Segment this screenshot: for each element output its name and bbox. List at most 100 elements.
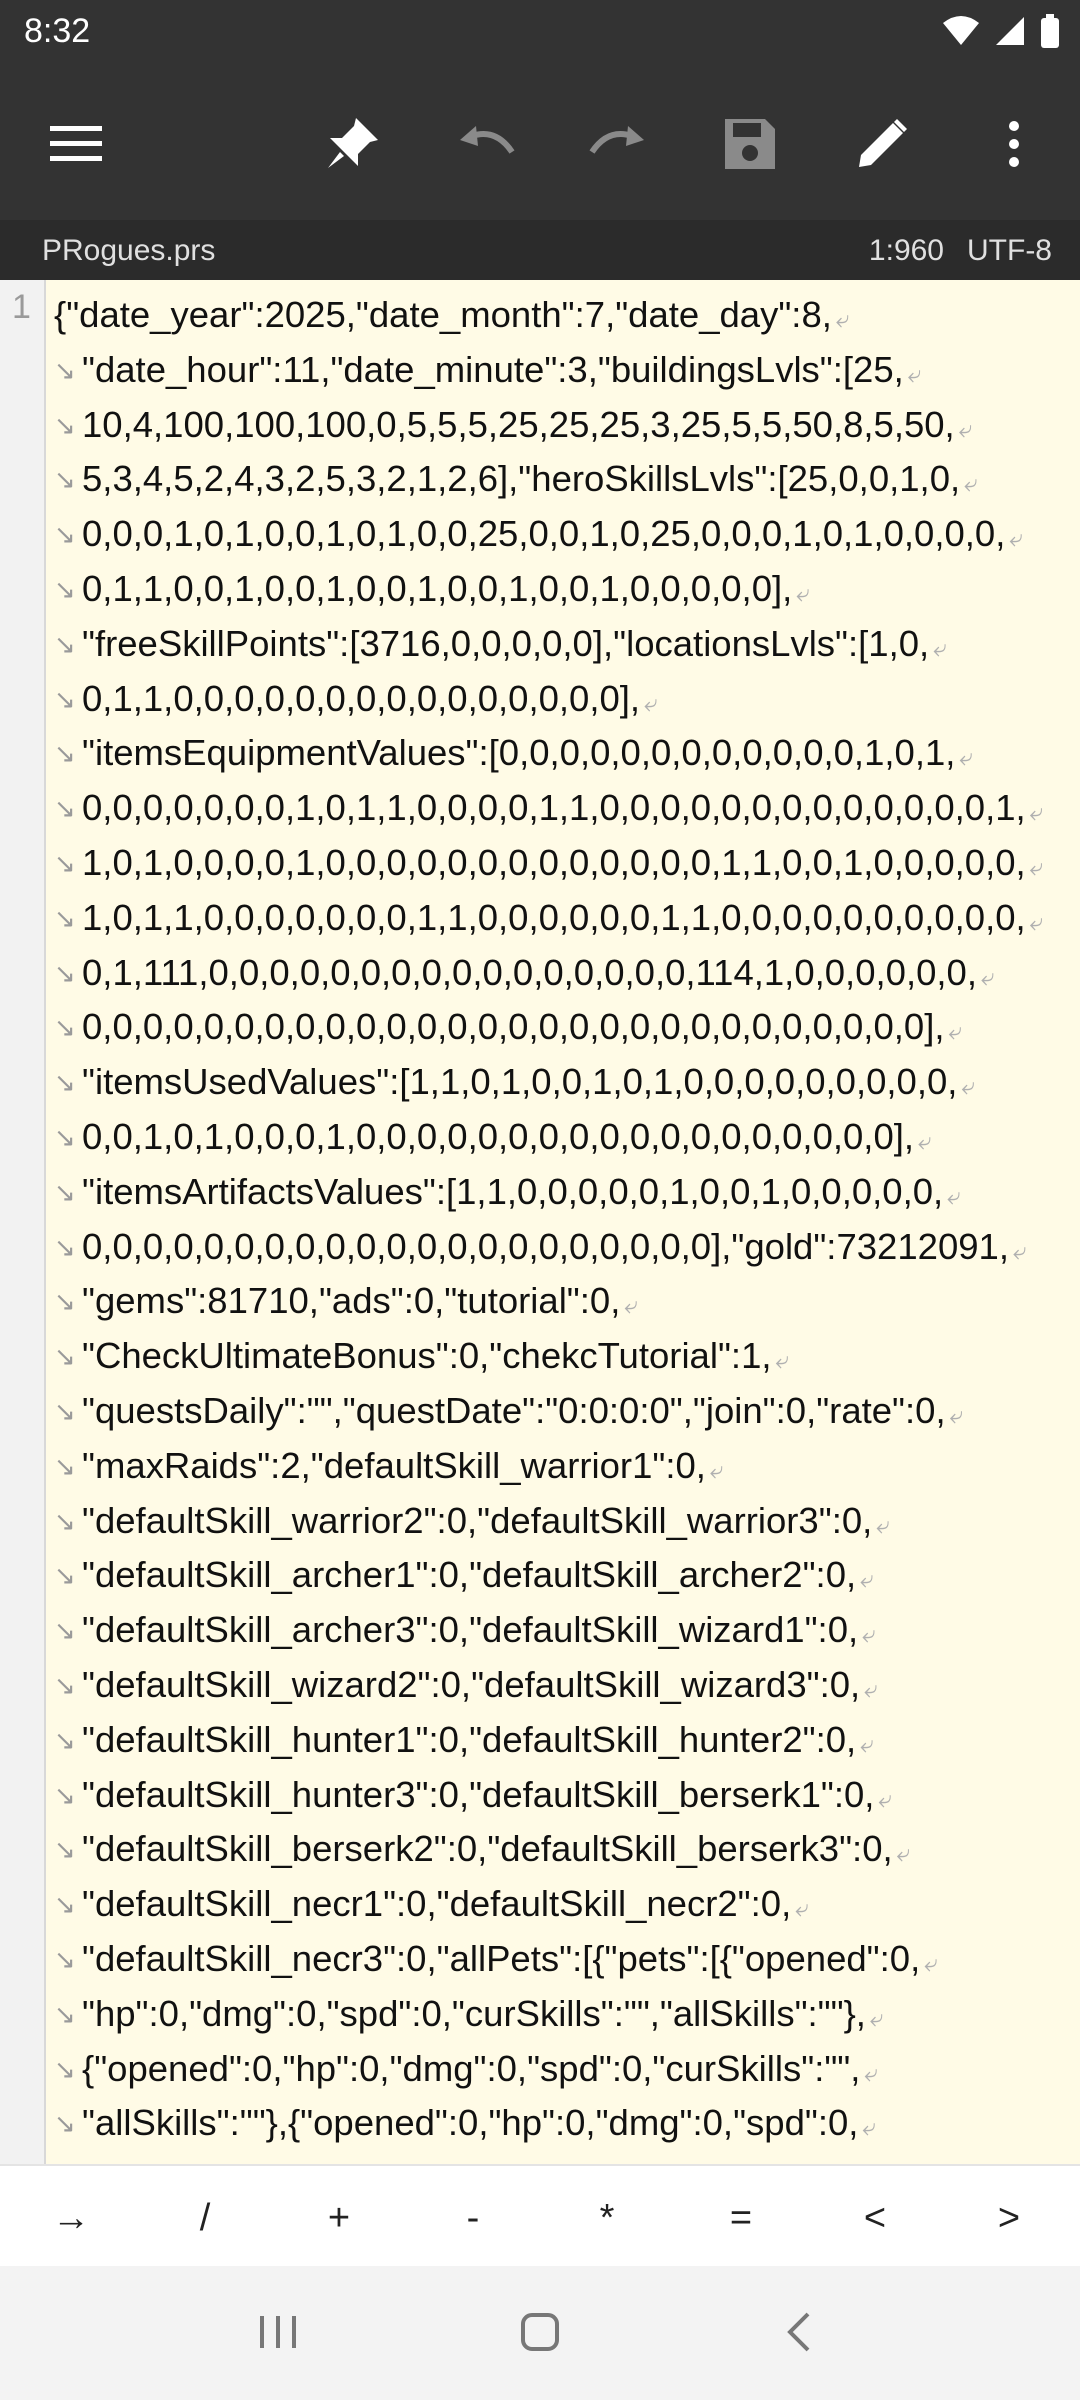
wrap-marker-icon: ⤶ xyxy=(1009,525,1023,553)
wrap-marker-icon: ⤶ xyxy=(644,689,658,717)
wrap-marker-icon: ⤶ xyxy=(860,1730,874,1758)
symbol-key[interactable]: * xyxy=(540,2186,674,2250)
code-text: "gems":81710,"ads":0,"tutorial":0, xyxy=(82,1280,621,1322)
wrap-marker-icon: ⤶ xyxy=(709,1456,724,1484)
code-line: ↘ "itemsUsedValues":[1,1,0,1,0,0,1,0,1,0,… xyxy=(52,1055,1072,1110)
code-text: "CheckUltimateBonus":0,"chekcTutorial":1… xyxy=(82,1335,772,1377)
wrap-continuation-icon: ↘ xyxy=(54,683,76,714)
wrap-continuation-icon: ↘ xyxy=(54,519,76,550)
wrap-marker-icon: ⤶ xyxy=(924,1949,938,1977)
code-line: ↘ "allSkills":""},{"opened":0,"hp":0,"dmg… xyxy=(52,2096,1072,2151)
wrap-marker-icon: ⤶ xyxy=(1013,1237,1027,1265)
code-text: 0,0,1,0,1,0,0,0,1,0,0,0,0,0,0,0,0,0,0,0,… xyxy=(82,1115,915,1157)
symbol-key[interactable]: → xyxy=(4,2186,138,2250)
undo-icon[interactable] xyxy=(444,102,528,186)
code-text: 0,0,0,0,0,0,0,0,0,0,0,0,0,0,0,0,0,0,0,0,… xyxy=(82,1006,945,1048)
wrap-continuation-icon: ↘ xyxy=(54,1779,76,1810)
cursor-position: 1:960 xyxy=(868,234,944,267)
code-line: ↘ "defaultSkill_archer3":0,"defaultSkill_… xyxy=(52,1603,1072,1658)
symbol-key[interactable]: = xyxy=(674,2186,808,2250)
wrap-marker-icon: ⤶ xyxy=(964,470,978,498)
wrap-marker-icon: ⤶ xyxy=(864,1675,878,1703)
text-editor[interactable]: 1 {"date_year":2025,"date_month":7,"date… xyxy=(0,280,1080,2164)
wrap-continuation-icon: ↘ xyxy=(54,1341,76,1372)
code-line: ↘ "defaultSkill_hunter3":0,"defaultSkill_… xyxy=(52,1768,1072,1823)
edit-icon[interactable] xyxy=(840,102,924,186)
editor-content[interactable]: {"date_year":2025,"date_month":7,"date_d… xyxy=(52,288,1072,2164)
code-line: ↘ {"opened":0,"hp":0,"dmg":0,"spd":0,"cur… xyxy=(52,2042,1072,2097)
code-line: ↘ "CheckUltimateBonus":0,"chekcTutorial":… xyxy=(52,1329,1072,1384)
code-text: "itemsUsedValues":[1,1,0,1,0,0,1,0,1,0,0… xyxy=(82,1061,958,1103)
code-line: ↘ 0,0,0,0,0,0,0,0,0,0,0,0,0,0,0,0,0,0,0,0… xyxy=(52,1220,1072,1275)
code-line: ↘ 0,1,1,0,0,0,0,0,0,0,0,0,0,0,0,0,0,0], ⤶ xyxy=(52,672,1072,727)
code-text: "defaultSkill_necr3":0,"allPets":[{"pets… xyxy=(82,1937,921,1979)
home-icon[interactable] xyxy=(500,2300,580,2364)
wrap-marker-icon: ⤶ xyxy=(896,1840,911,1868)
code-text: "defaultSkill_warrior2":0,"defaultSkill_… xyxy=(82,1499,873,1541)
code-text: 1,0,1,1,0,0,0,0,0,0,0,1,1,0,0,0,0,0,0,1,… xyxy=(82,896,1026,938)
code-line: ↘ 0,0,1,0,1,0,0,0,1,0,0,0,0,0,0,0,0,0,0,0… xyxy=(52,1110,1072,1165)
code-line: ↘ "defaultSkill_wizard2":0,"defaultSkill_… xyxy=(52,1658,1072,1713)
wrap-marker-icon: ⤶ xyxy=(959,744,973,772)
wrap-marker-icon: ⤶ xyxy=(869,2004,884,2032)
symbol-key[interactable]: < xyxy=(808,2186,942,2250)
wrap-marker-icon: ⤶ xyxy=(948,1018,962,1046)
wrap-marker-icon: ⤶ xyxy=(795,1895,809,1923)
wrap-continuation-icon: ↘ xyxy=(54,1176,76,1207)
code-line: ↘ "defaultSkill_warrior2":0,"defaultSkill… xyxy=(52,1494,1072,1549)
code-text: "maxRaids":2,"defaultSkill_warrior1":0, xyxy=(82,1444,706,1486)
file-name: PRogues.prs xyxy=(42,234,216,267)
redo-icon[interactable] xyxy=(576,102,660,186)
code-line: ↘ 0,0,0,0,0,0,0,0,0,0,0,0,0,0,0,0,0,0,0,0… xyxy=(52,1000,1072,1055)
wrap-marker-icon: ⤶ xyxy=(862,1621,876,1649)
code-line: ↘ "itemsArtifactsValues":[1,1,0,0,0,0,0,1… xyxy=(52,1165,1072,1220)
wrap-continuation-icon: ↘ xyxy=(54,1889,76,1920)
wrap-continuation-icon: ↘ xyxy=(54,628,76,659)
wifi-icon xyxy=(942,15,980,52)
wrap-continuation-icon: ↘ xyxy=(54,1450,76,1481)
code-line: ↘ "freeSkillPoints":[3716,0,0,0,0,0],"loc… xyxy=(52,617,1072,672)
code-text: 1,0,1,0,0,0,0,1,0,0,0,0,0,0,0,0,0,0,0,0,… xyxy=(82,841,1026,883)
wrap-marker-icon: ⤶ xyxy=(907,360,922,388)
wrap-continuation-icon: ↘ xyxy=(54,573,76,604)
wrap-continuation-icon: ↘ xyxy=(54,902,76,933)
code-line: ↘ "defaultSkill_berserk2":0,"defaultSkill… xyxy=(52,1822,1072,1877)
code-text: {"opened":0,"hp":0,"dmg":0,"spd":0,"curS… xyxy=(82,2047,861,2089)
code-text: "defaultSkill_wizard2":0,"defaultSkill_w… xyxy=(82,1663,861,1705)
code-line: ↘ 5,3,4,5,2,4,3,2,5,3,2,1,2,6],"heroSkill… xyxy=(52,452,1072,507)
symbol-key[interactable]: + xyxy=(272,2186,406,2250)
wrap-continuation-icon: ↘ xyxy=(54,1998,76,2029)
back-icon[interactable] xyxy=(758,2300,838,2364)
code-line: ↘ 0,1,1,0,0,1,0,0,1,0,0,1,0,0,1,0,0,1,0,0… xyxy=(52,562,1072,617)
wrap-marker-icon: ⤶ xyxy=(876,1511,890,1539)
code-line: ↘ 10,4,100,100,100,0,5,5,5,25,25,25,3,25,… xyxy=(52,398,1072,453)
wrap-marker-icon: ⤶ xyxy=(860,1566,874,1594)
wrap-marker-icon: ⤶ xyxy=(958,415,973,443)
wrap-continuation-icon: ↘ xyxy=(54,409,76,440)
wrap-marker-icon: ⤶ xyxy=(862,2114,876,2142)
menu-icon[interactable] xyxy=(34,102,118,186)
code-text: 0,1,1,0,0,0,0,0,0,0,0,0,0,0,0,0,0,0], xyxy=(82,677,641,719)
wrap-continuation-icon: ↘ xyxy=(54,2053,76,2084)
save-icon[interactable] xyxy=(708,102,792,186)
code-line: ↘ "maxRaids":2,"defaultSkill_warrior1":0,… xyxy=(52,1439,1072,1494)
code-text: "allSkills":""},{"opened":0,"hp":0,"dmg"… xyxy=(82,2102,859,2144)
wrap-marker-icon: ⤶ xyxy=(796,579,810,607)
file-encoding[interactable]: UTF-8 xyxy=(967,234,1052,268)
pin-icon[interactable] xyxy=(310,102,394,186)
code-text: "defaultSkill_hunter3":0,"defaultSkill_b… xyxy=(82,1773,875,1815)
wrap-continuation-icon: ↘ xyxy=(54,464,76,495)
wrap-continuation-icon: ↘ xyxy=(54,738,76,769)
symbol-key[interactable]: - xyxy=(406,2186,540,2250)
recents-icon[interactable] xyxy=(238,2300,318,2364)
wrap-marker-icon: ⤶ xyxy=(1029,799,1044,827)
code-text: "curSkills":"","allSkills":""},{"opened"… xyxy=(82,2157,941,2164)
wrap-continuation-icon: ↘ xyxy=(54,793,76,824)
code-line: ↘ "hp":0,"dmg":0,"spd":0,"curSkills":"","… xyxy=(52,1987,1072,2042)
file-info-bar: PRogues.prs 1:960 UTF-8 xyxy=(0,220,1080,280)
more-vert-icon[interactable] xyxy=(972,102,1056,186)
symbol-key[interactable]: / xyxy=(138,2186,272,2250)
wrap-marker-icon: ⤶ xyxy=(933,634,947,662)
symbol-key[interactable]: > xyxy=(942,2186,1076,2250)
code-text: "itemsArtifactsValues":[1,1,0,0,0,0,0,1,… xyxy=(82,1170,944,1212)
